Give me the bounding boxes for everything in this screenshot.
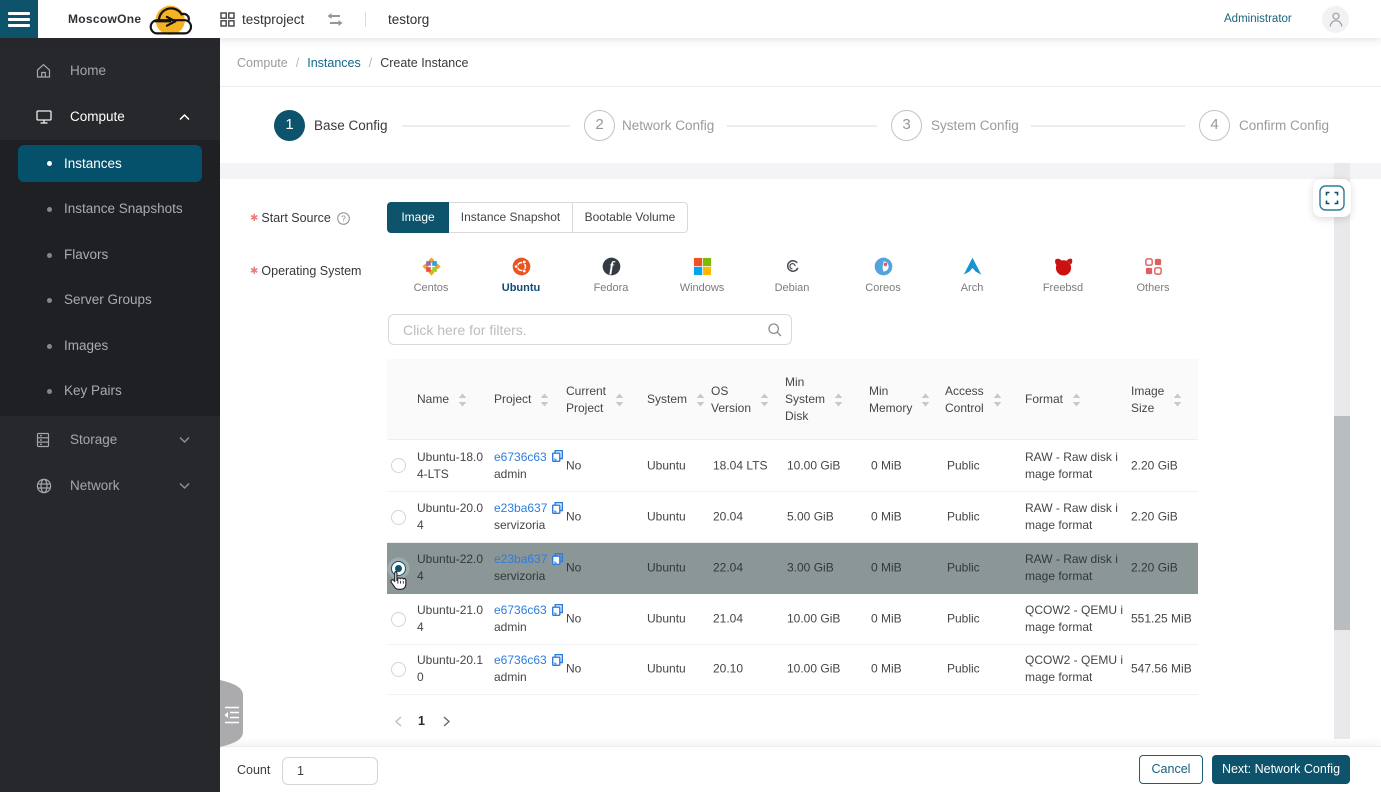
svg-text:?: ? [341,213,346,223]
